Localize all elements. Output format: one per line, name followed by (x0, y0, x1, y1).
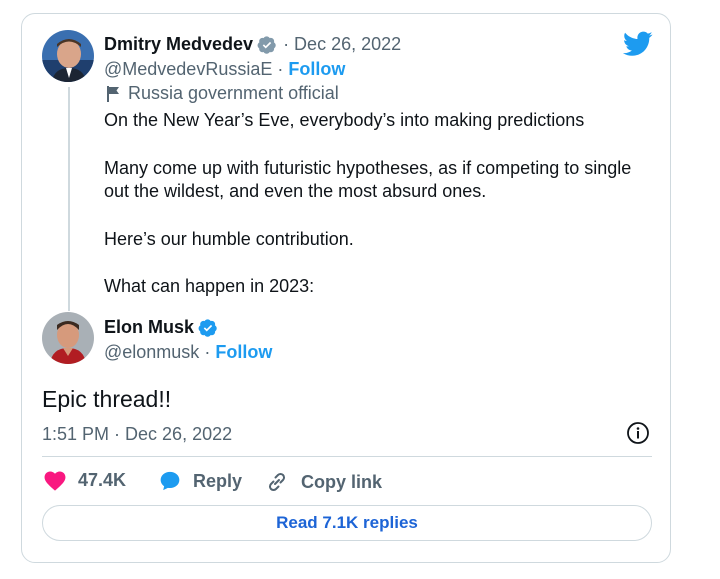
link-icon (268, 472, 286, 492)
author-name[interactable]: Elon Musk (104, 317, 194, 338)
thread-line (68, 87, 70, 311)
verified-badge-icon (257, 35, 276, 54)
quoted-text-line-4: Here’s our humble contribution. (104, 229, 354, 249)
quoted-text-line-3: out the wildest, and even the most absur… (104, 181, 487, 201)
government-label-text: Russia government official (128, 83, 339, 103)
elon-avatar[interactable] (42, 312, 94, 364)
reply-label: Reply (193, 470, 243, 491)
quoted-author-row: Dmitry Medvedev · Dec 26, 2022 (104, 34, 401, 55)
quoted-text-line-5: What can happen in 2023: (104, 276, 315, 296)
twitter-bird-icon[interactable] (623, 31, 653, 57)
quoted-handle[interactable]: @MedvedevRussiaE (104, 59, 272, 79)
tweet-card: Dmitry Medvedev · Dec 26, 2022 @Medvedev… (21, 13, 671, 563)
quoted-text-line-2: Many come up with futuristic hypotheses,… (104, 158, 632, 178)
quoted-date[interactable]: · Dec 26, 2022 (283, 34, 401, 55)
copy-link-label: Copy link (301, 471, 383, 492)
verified-badge-icon (198, 318, 217, 337)
divider (42, 456, 652, 457)
author-handle[interactable]: @elonmusk (104, 342, 199, 362)
reply-button[interactable]: Reply (159, 470, 242, 492)
tweet-text: Epic thread!! (42, 386, 172, 412)
heart-icon (44, 471, 66, 491)
reply-bubble-icon (160, 471, 180, 491)
quoted-text-line-1: On the New Year’s Eve, everybody’s into … (104, 110, 585, 130)
info-icon[interactable] (626, 421, 650, 445)
read-replies-button[interactable]: Read 7.1K replies (42, 505, 652, 541)
like-count: 47.4K (78, 470, 127, 490)
follow-elon-button[interactable]: Follow (215, 342, 272, 362)
handle-row: @elonmusk · Follow (104, 342, 272, 363)
tweet-timestamp[interactable]: 1:51 PM · Dec 26, 2022 (42, 424, 232, 445)
separator: · (204, 342, 211, 362)
quoted-author-name[interactable]: Dmitry Medvedev (104, 34, 253, 55)
follow-medvedev-button[interactable]: Follow (288, 59, 345, 79)
author-row: Elon Musk (104, 317, 218, 338)
flag-icon (107, 85, 119, 102)
government-label: Russia government official (106, 83, 339, 104)
quoted-handle-row: @MedvedevRussiaE · Follow (104, 59, 345, 80)
medvedev-avatar[interactable] (42, 30, 94, 82)
copy-link-button[interactable]: Copy link (265, 470, 382, 494)
separator: · (277, 59, 284, 79)
like-button[interactable]: 47.4K (44, 470, 126, 491)
